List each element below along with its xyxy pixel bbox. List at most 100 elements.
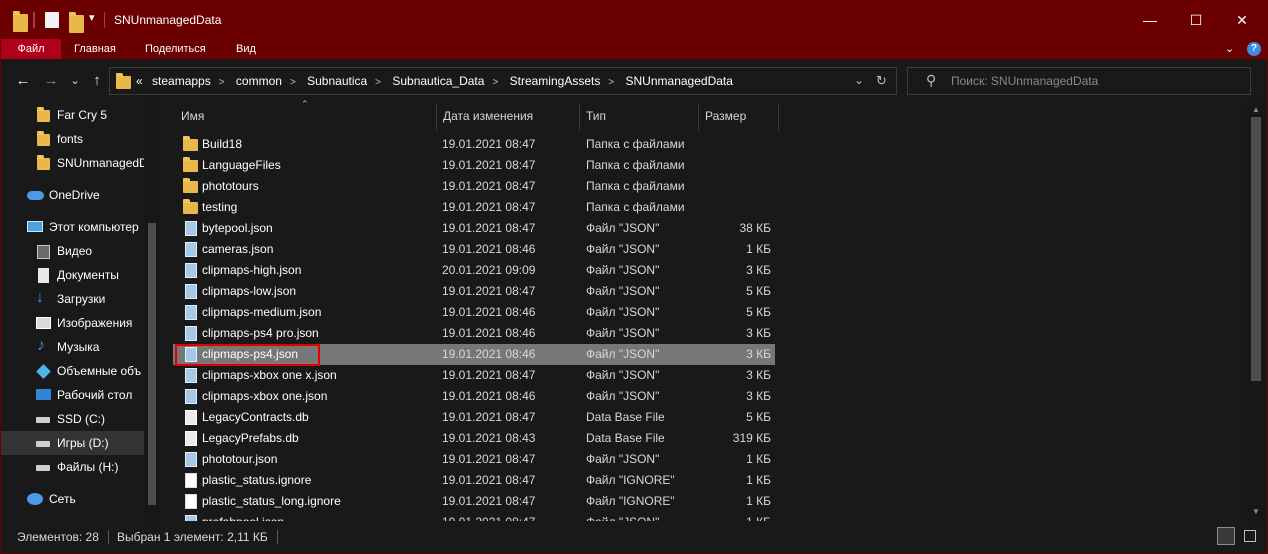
file-row[interactable]: clipmaps-high.json 20.01.2021 09:09 Файл "… bbox=[173, 260, 775, 281]
tab-view[interactable]: Вид bbox=[236, 39, 256, 59]
breadcrumb-steamapps[interactable]: steamapps bbox=[152, 74, 211, 88]
pictures-icon bbox=[36, 317, 51, 329]
sidebar-item-music[interactable]: ♪ Музыка bbox=[1, 335, 144, 359]
column-size[interactable]: Размер bbox=[699, 103, 779, 131]
quick-access-dropdown-icon[interactable]: ▾ bbox=[89, 11, 95, 29]
sidebar-item-desktop[interactable]: Рабочий стол bbox=[1, 383, 144, 407]
address-bar[interactable]: « steamapps > common > Subnautica > Subnaut… bbox=[109, 67, 897, 95]
breadcrumb-overflow-icon[interactable]: « bbox=[136, 74, 143, 88]
sidebar-item-label: Сеть bbox=[49, 492, 76, 506]
chevron-right-icon[interactable]: > bbox=[219, 77, 225, 88]
sidebar-item-drive-c[interactable]: SSD (C:) bbox=[1, 407, 144, 431]
maximize-button[interactable]: ☐ bbox=[1173, 1, 1219, 39]
chevron-right-icon[interactable]: > bbox=[492, 77, 498, 88]
sidebar-scrollbar[interactable] bbox=[145, 103, 159, 521]
sidebar-item-far-cry-5[interactable]: Far Cry 5 bbox=[1, 103, 144, 127]
title-bar: ▾ SNUnmanagedData — ☐ ✕ bbox=[1, 1, 1267, 39]
properties-icon[interactable] bbox=[45, 12, 59, 28]
json-file-icon bbox=[185, 389, 197, 404]
file-row[interactable]: testing 19.01.2021 08:47 Папка с файлами bbox=[173, 197, 775, 218]
column-type[interactable]: Тип bbox=[580, 103, 699, 131]
chevron-right-icon[interactable]: > bbox=[608, 77, 614, 88]
sidebar-item-3d-objects[interactable]: Объемные объ bbox=[1, 359, 144, 383]
file-row[interactable]: phototour.json 19.01.2021 08:47 Файл "JSON… bbox=[173, 449, 775, 470]
file-list-scrollbar[interactable]: ▲ ▼ bbox=[1247, 103, 1265, 521]
large-icons-view-icon[interactable] bbox=[1241, 527, 1259, 545]
file-row[interactable]: clipmaps-xbox one x.json 19.01.2021 08:47… bbox=[173, 365, 775, 386]
help-icon[interactable]: ? bbox=[1247, 42, 1261, 56]
file-row[interactable]: plastic_status.ignore 19.01.2021 08:47 Фай… bbox=[173, 470, 775, 491]
file-date: 19.01.2021 08:47 bbox=[442, 494, 536, 508]
file-row[interactable]: LegacyContracts.db 19.01.2021 08:47 Data B… bbox=[173, 407, 775, 428]
video-icon bbox=[37, 245, 50, 259]
documents-icon bbox=[38, 268, 49, 283]
tab-file[interactable]: Файл bbox=[1, 39, 61, 59]
breadcrumb-streamingassets[interactable]: StreamingAssets bbox=[510, 74, 601, 88]
refresh-icon[interactable]: ↻ bbox=[876, 73, 887, 89]
file-date: 19.01.2021 08:47 bbox=[442, 410, 536, 424]
up-button[interactable]: ↑ bbox=[87, 71, 107, 91]
breadcrumb-common[interactable]: common bbox=[236, 74, 282, 88]
file-row[interactable]: phototours 19.01.2021 08:47 Папка с файлам… bbox=[173, 176, 775, 197]
tab-share[interactable]: Поделиться bbox=[145, 39, 206, 59]
database-file-icon bbox=[185, 410, 197, 425]
forward-button[interactable]: → bbox=[41, 71, 61, 91]
sidebar-item-drive-h[interactable]: Файлы (H:) bbox=[1, 455, 144, 479]
file-row[interactable]: clipmaps-medium.json 19.01.2021 08:46 Файл… bbox=[173, 302, 775, 323]
chevron-right-icon[interactable]: > bbox=[375, 77, 381, 88]
sidebar-item-snunmanageddata[interactable]: SNUnmanagedD bbox=[1, 151, 144, 175]
file-type: Файл "JSON" bbox=[586, 389, 660, 403]
scroll-up-icon[interactable]: ▲ bbox=[1252, 105, 1260, 114]
folder-icon bbox=[37, 131, 50, 146]
file-date: 19.01.2021 08:47 bbox=[442, 179, 536, 193]
scroll-down-icon[interactable]: ▼ bbox=[1252, 507, 1260, 516]
sidebar-item-onedrive[interactable]: OneDrive bbox=[1, 183, 144, 207]
back-button[interactable]: ← bbox=[13, 71, 33, 91]
navigation-pane: Far Cry 5 fonts SNUnmanagedD OneDrive Эт… bbox=[1, 103, 161, 521]
column-name[interactable]: Имя bbox=[175, 103, 437, 131]
new-folder-icon[interactable] bbox=[69, 12, 84, 33]
sidebar-item-this-pc[interactable]: Этот компьютер bbox=[1, 215, 144, 239]
file-row[interactable]: cameras.json 19.01.2021 08:46 Файл "JSON" 1… bbox=[173, 239, 775, 260]
tab-home[interactable]: Главная bbox=[74, 39, 116, 59]
sidebar-item-downloads[interactable]: ↓ Загрузки bbox=[1, 287, 144, 311]
sidebar-item-network[interactable]: Сеть bbox=[1, 487, 144, 511]
file-row[interactable]: plastic_status_long.ignore 19.01.2021 08:… bbox=[173, 491, 775, 512]
file-row[interactable]: LegacyPrefabs.db 19.01.2021 08:43 Data Bas… bbox=[173, 428, 775, 449]
file-date: 20.01.2021 09:09 bbox=[442, 263, 536, 277]
file-row[interactable]: clipmaps-ps4.json 19.01.2021 08:46 Файл "J… bbox=[173, 344, 775, 365]
scrollbar-thumb[interactable] bbox=[148, 223, 156, 505]
folder-icon bbox=[116, 73, 131, 89]
file-row[interactable]: clipmaps-low.json 19.01.2021 08:47 Файл "J… bbox=[173, 281, 775, 302]
file-row[interactable]: Build18 19.01.2021 08:47 Папка с файлами bbox=[173, 134, 775, 155]
file-date: 19.01.2021 08:46 bbox=[442, 242, 536, 256]
breadcrumb-snunmanageddata[interactable]: SNUnmanagedData bbox=[626, 74, 733, 88]
sidebar-item-videos[interactable]: Видео bbox=[1, 239, 144, 263]
minimize-button[interactable]: — bbox=[1127, 1, 1173, 39]
cloud-icon bbox=[27, 191, 44, 200]
breadcrumb-subnautica-data[interactable]: Subnautica_Data bbox=[392, 74, 484, 88]
address-dropdown-icon[interactable]: ⌄ bbox=[854, 73, 864, 87]
column-date-modified[interactable]: Дата изменения bbox=[437, 103, 580, 131]
file-row[interactable]: bytepool.json 19.01.2021 08:47 Файл "JSON"… bbox=[173, 218, 775, 239]
search-input[interactable]: ⚲ Поиск: SNUnmanagedData bbox=[907, 67, 1251, 95]
file-name: bytepool.json bbox=[202, 221, 273, 235]
close-button[interactable]: ✕ bbox=[1219, 1, 1265, 39]
expand-ribbon-icon[interactable]: ⌄ bbox=[1225, 39, 1234, 59]
sidebar-item-documents[interactable]: Документы bbox=[1, 263, 144, 287]
sidebar-item-pictures[interactable]: Изображения bbox=[1, 311, 144, 335]
file-row[interactable]: LanguageFiles 19.01.2021 08:47 Папка с фай… bbox=[173, 155, 775, 176]
scrollbar-thumb[interactable] bbox=[1251, 117, 1261, 381]
sidebar-item-drive-d[interactable]: Игры (D:) bbox=[1, 431, 144, 455]
file-row[interactable]: clipmaps-ps4 pro.json 19.01.2021 08:46 Фай… bbox=[173, 323, 775, 344]
file-type: Data Base File bbox=[586, 431, 665, 445]
details-view-icon[interactable] bbox=[1217, 527, 1235, 545]
chevron-right-icon[interactable]: > bbox=[290, 77, 296, 88]
recent-locations-icon[interactable]: ⌄ bbox=[65, 71, 85, 91]
file-row[interactable]: clipmaps-xbox one.json 19.01.2021 08:46 Фа… bbox=[173, 386, 775, 407]
file-date: 19.01.2021 08:46 bbox=[442, 389, 536, 403]
sidebar-item-fonts[interactable]: fonts bbox=[1, 127, 144, 151]
json-file-icon bbox=[185, 221, 197, 236]
file-name: phototours bbox=[202, 179, 259, 193]
breadcrumb-subnautica[interactable]: Subnautica bbox=[307, 74, 367, 88]
